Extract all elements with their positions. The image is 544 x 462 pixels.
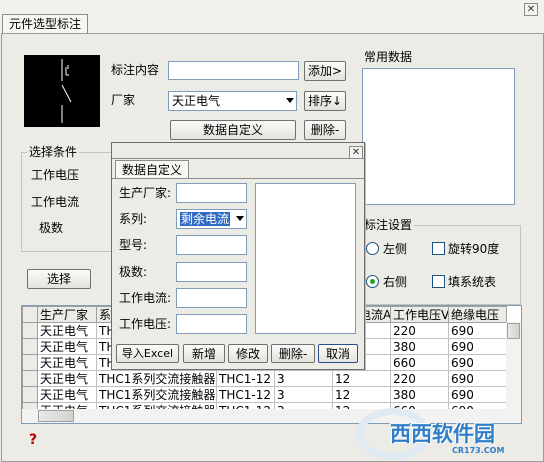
dialog-title-tab: 数据自定义 — [115, 160, 190, 179]
mark-settings-group — [354, 225, 521, 305]
dialog-model-label: 型号: — [119, 238, 148, 252]
row-header-corner — [22, 306, 38, 323]
table-cell[interactable]: 天正电气 — [37, 386, 97, 403]
dialog-delete-button[interactable]: 删除- — [271, 344, 315, 363]
dialog-poles-label: 极数: — [119, 265, 148, 279]
table-cell[interactable]: 220 — [390, 370, 449, 387]
dialog-content-line — [112, 178, 364, 179]
sort-button[interactable]: 排序↓ — [304, 91, 346, 111]
dialog-manufacturer-input[interactable] — [176, 183, 247, 203]
delete-button[interactable]: 删除- — [304, 120, 346, 140]
table-cell[interactable]: 690 — [448, 322, 507, 339]
table-cell[interactable]: 3 — [274, 370, 333, 387]
watermark-site: CR173.COM — [452, 446, 505, 455]
table-cell[interactable]: 660 — [390, 354, 449, 371]
select-conditions-title: 选择条件 — [27, 145, 80, 159]
table-cell[interactable]: 690 — [448, 338, 507, 355]
watermark-logo: 西西软件园 CR173.COM — [356, 408, 542, 462]
window-title-tab: 元件选型标注 — [2, 14, 89, 34]
vertical-scrollbar[interactable] — [506, 322, 521, 423]
dialog-series-select[interactable]: 剩余电流 — [176, 209, 247, 229]
dialog-model-input[interactable] — [176, 235, 247, 255]
table-cell[interactable]: 天正电气 — [37, 370, 97, 387]
dialog-tab-line — [112, 158, 364, 159]
watermark-brand: 西西软件园 — [390, 422, 495, 446]
table-cell[interactable]: 天正电气 — [37, 338, 97, 355]
chevron-down-icon — [286, 98, 294, 103]
common-data-label: 常用数据 — [364, 50, 413, 64]
symbol-preview — [24, 55, 100, 127]
table-cell[interactable]: 220 — [390, 322, 449, 339]
row-header[interactable] — [22, 354, 38, 371]
rotate-checkbox[interactable] — [432, 242, 445, 255]
row-header[interactable] — [22, 386, 38, 403]
add-button[interactable]: 添加> — [304, 61, 346, 81]
table-row[interactable]: 天正电气 THC1系列交流接触器 THC1-12 3 12 380 690 — [22, 386, 507, 403]
column-header[interactable]: 生产厂家 — [37, 306, 97, 323]
import-excel-button[interactable]: 导入Excel — [116, 344, 179, 363]
table-cell[interactable]: 天正电气 — [37, 354, 97, 371]
common-data-list[interactable] — [362, 68, 515, 205]
current-label: 工作电流 — [31, 195, 80, 209]
right-side-radio[interactable] — [366, 275, 379, 288]
help-icon[interactable]: ? — [29, 432, 37, 448]
poles-label: 极数 — [39, 221, 64, 235]
manufacturer-value: 天正电气 — [172, 94, 221, 108]
close-icon[interactable]: ✕ — [524, 3, 538, 16]
scrollbar-thumb[interactable] — [507, 323, 520, 339]
table-cell[interactable]: 12 — [332, 370, 391, 387]
dialog-cancel-button[interactable]: 取消 — [318, 344, 358, 363]
voltage-label: 工作电压 — [31, 168, 80, 182]
dialog-current-input[interactable] — [176, 288, 247, 308]
dialog-poles-input[interactable] — [176, 262, 247, 282]
select-button[interactable]: 选择 — [27, 269, 91, 289]
table-cell[interactable]: THC1系列交流接触器 — [96, 386, 217, 403]
row-header[interactable] — [22, 322, 38, 339]
dialog-add-button[interactable]: 新增 — [183, 344, 225, 363]
dialog-series-label: 系列: — [119, 212, 148, 226]
manufacturer-label: 厂家 — [111, 93, 136, 107]
table-cell[interactable]: 3 — [274, 386, 333, 403]
table-cell[interactable]: 690 — [448, 370, 507, 387]
hscrollbar-thumb[interactable] — [38, 410, 74, 422]
fill-table-checkbox[interactable] — [432, 275, 445, 288]
column-header[interactable]: 工作电压V — [390, 306, 449, 323]
column-header[interactable]: 绝缘电压 — [448, 306, 507, 323]
dialog-modify-button[interactable]: 修改 — [228, 344, 268, 363]
data-custom-dialog: ✕ 数据自定义 生产厂家: 系列: 剩余电流 型号: 极数: 工作电流: 工作电… — [111, 142, 365, 370]
dialog-series-value: 剩余电流 — [180, 212, 231, 226]
table-cell[interactable]: 380 — [390, 338, 449, 355]
dialog-series-list[interactable] — [255, 183, 356, 334]
rotate-label: 旋转90度 — [448, 242, 500, 256]
data-custom-button[interactable]: 数据自定义 — [170, 120, 296, 140]
switch-symbol-icon — [61, 59, 72, 123]
table-cell[interactable]: 380 — [390, 386, 449, 403]
table-row[interactable]: 天正电气 THC1系列交流接触器 THC1-12 3 12 220 690 — [22, 370, 507, 387]
manufacturer-select[interactable]: 天正电气 — [168, 91, 297, 111]
right-side-label: 右侧 — [383, 275, 408, 289]
table-cell[interactable]: 690 — [448, 354, 507, 371]
row-header[interactable] — [22, 338, 38, 355]
table-cell[interactable]: 690 — [448, 386, 507, 403]
dialog-current-label: 工作电流: — [119, 291, 172, 305]
chevron-down-icon — [236, 216, 244, 221]
dialog-manufacturer-label: 生产厂家: — [119, 186, 172, 200]
mark-content-label: 标注内容 — [111, 63, 160, 77]
dialog-voltage-label: 工作电压: — [119, 317, 172, 331]
table-cell[interactable]: 天正电气 — [37, 322, 97, 339]
table-cell[interactable]: 12 — [332, 386, 391, 403]
table-cell[interactable]: THC1-12 — [216, 386, 275, 403]
mark-settings-title: 标注设置 — [362, 218, 415, 232]
mark-content-input[interactable] — [168, 61, 299, 80]
table-cell[interactable]: THC1-12 — [216, 370, 275, 387]
row-header[interactable] — [22, 370, 38, 387]
fill-table-label: 填系统表 — [448, 275, 497, 289]
table-cell[interactable]: THC1系列交流接触器 — [96, 370, 217, 387]
left-side-radio[interactable] — [366, 242, 379, 255]
left-side-label: 左侧 — [383, 242, 408, 256]
dialog-voltage-input[interactable] — [176, 314, 247, 334]
